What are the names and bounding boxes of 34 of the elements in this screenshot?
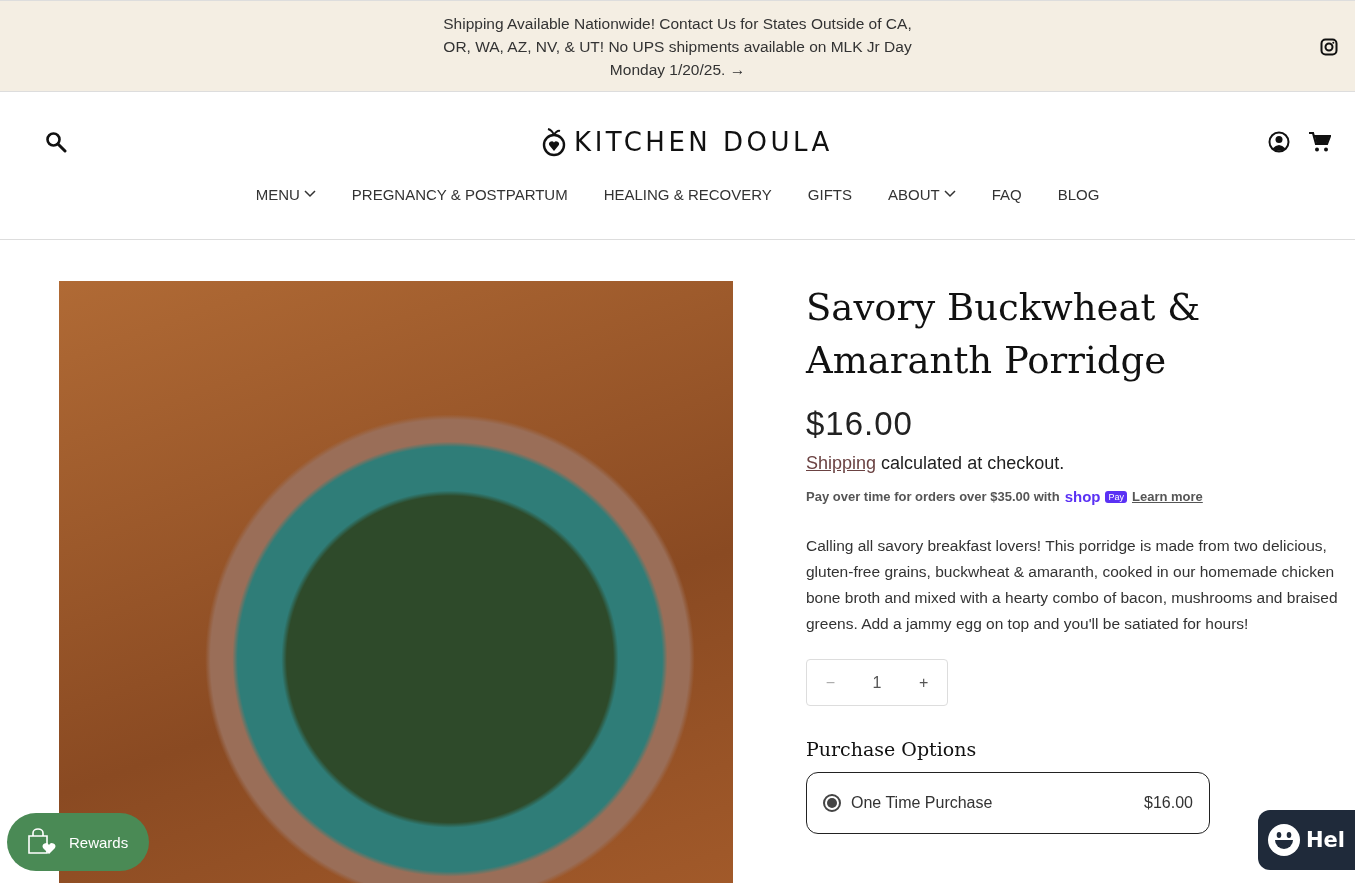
nav-link[interactable]: PREGNANCY & POSTPARTUM xyxy=(333,182,586,206)
shipping-note: Shipping calculated at checkout. xyxy=(806,453,1066,474)
logo[interactable]: KITCHEN DOULA xyxy=(542,127,833,157)
quantity-stepper[interactable]: − 1 + xyxy=(806,659,948,706)
shopping-bag-heart-icon xyxy=(27,828,57,856)
nav-link[interactable]: BLOG xyxy=(1039,182,1118,206)
quantity-value[interactable]: 1 xyxy=(872,673,882,692)
shipping-link[interactable]: Shipping xyxy=(806,453,877,473)
apple-heart-icon xyxy=(542,127,567,157)
learn-more-link[interactable]: Learn more xyxy=(1132,489,1203,504)
product-description: Calling all savory breakfast lovers! This porridge is made from two delicious, gluten-free grains, buckwheat & amaranth, cooked in our homemade chicken bone broth and mixed with a hearty combo of bacon, mushrooms and braised greens. Add a jammy egg on top and you'll be satiated for hours! xyxy=(806,536,1339,634)
nav-link[interactable]: ABOUT xyxy=(869,182,974,206)
nav-link[interactable]: GIFTS xyxy=(789,182,870,206)
nav-link[interactable]: FAQ xyxy=(973,182,1040,206)
nav-link[interactable]: MENU xyxy=(237,182,334,206)
rewards-button[interactable]: Rewards xyxy=(7,813,149,871)
search-icon[interactable] xyxy=(45,131,67,153)
account-icon[interactable] xyxy=(1268,131,1290,153)
chevron-down-icon xyxy=(303,190,316,198)
smiley-icon xyxy=(1267,823,1301,857)
instagram-icon[interactable] xyxy=(1320,38,1338,56)
cart-icon[interactable] xyxy=(1308,131,1331,153)
shop-pay-logo: shop xyxy=(1064,488,1101,505)
product-price: $16.00 xyxy=(806,405,914,443)
help-button[interactable]: Hel xyxy=(1258,810,1355,870)
purchase-option[interactable]: One Time Purchase $16.00 xyxy=(806,772,1210,834)
radio-button[interactable] xyxy=(823,794,841,812)
installments-text: Pay over time for orders over $35.00 with xyxy=(806,489,1060,504)
pay-badge: Pay xyxy=(1105,490,1127,503)
nav-link[interactable]: HEALING & RECOVERY xyxy=(585,182,790,206)
chevron-down-icon xyxy=(943,190,956,198)
product-title: Savory Buckwheat & Amaranth Porridge xyxy=(806,285,1202,384)
purchase-options-heading: Purchase Options xyxy=(806,738,978,760)
plus-button[interactable]: + xyxy=(918,673,929,692)
